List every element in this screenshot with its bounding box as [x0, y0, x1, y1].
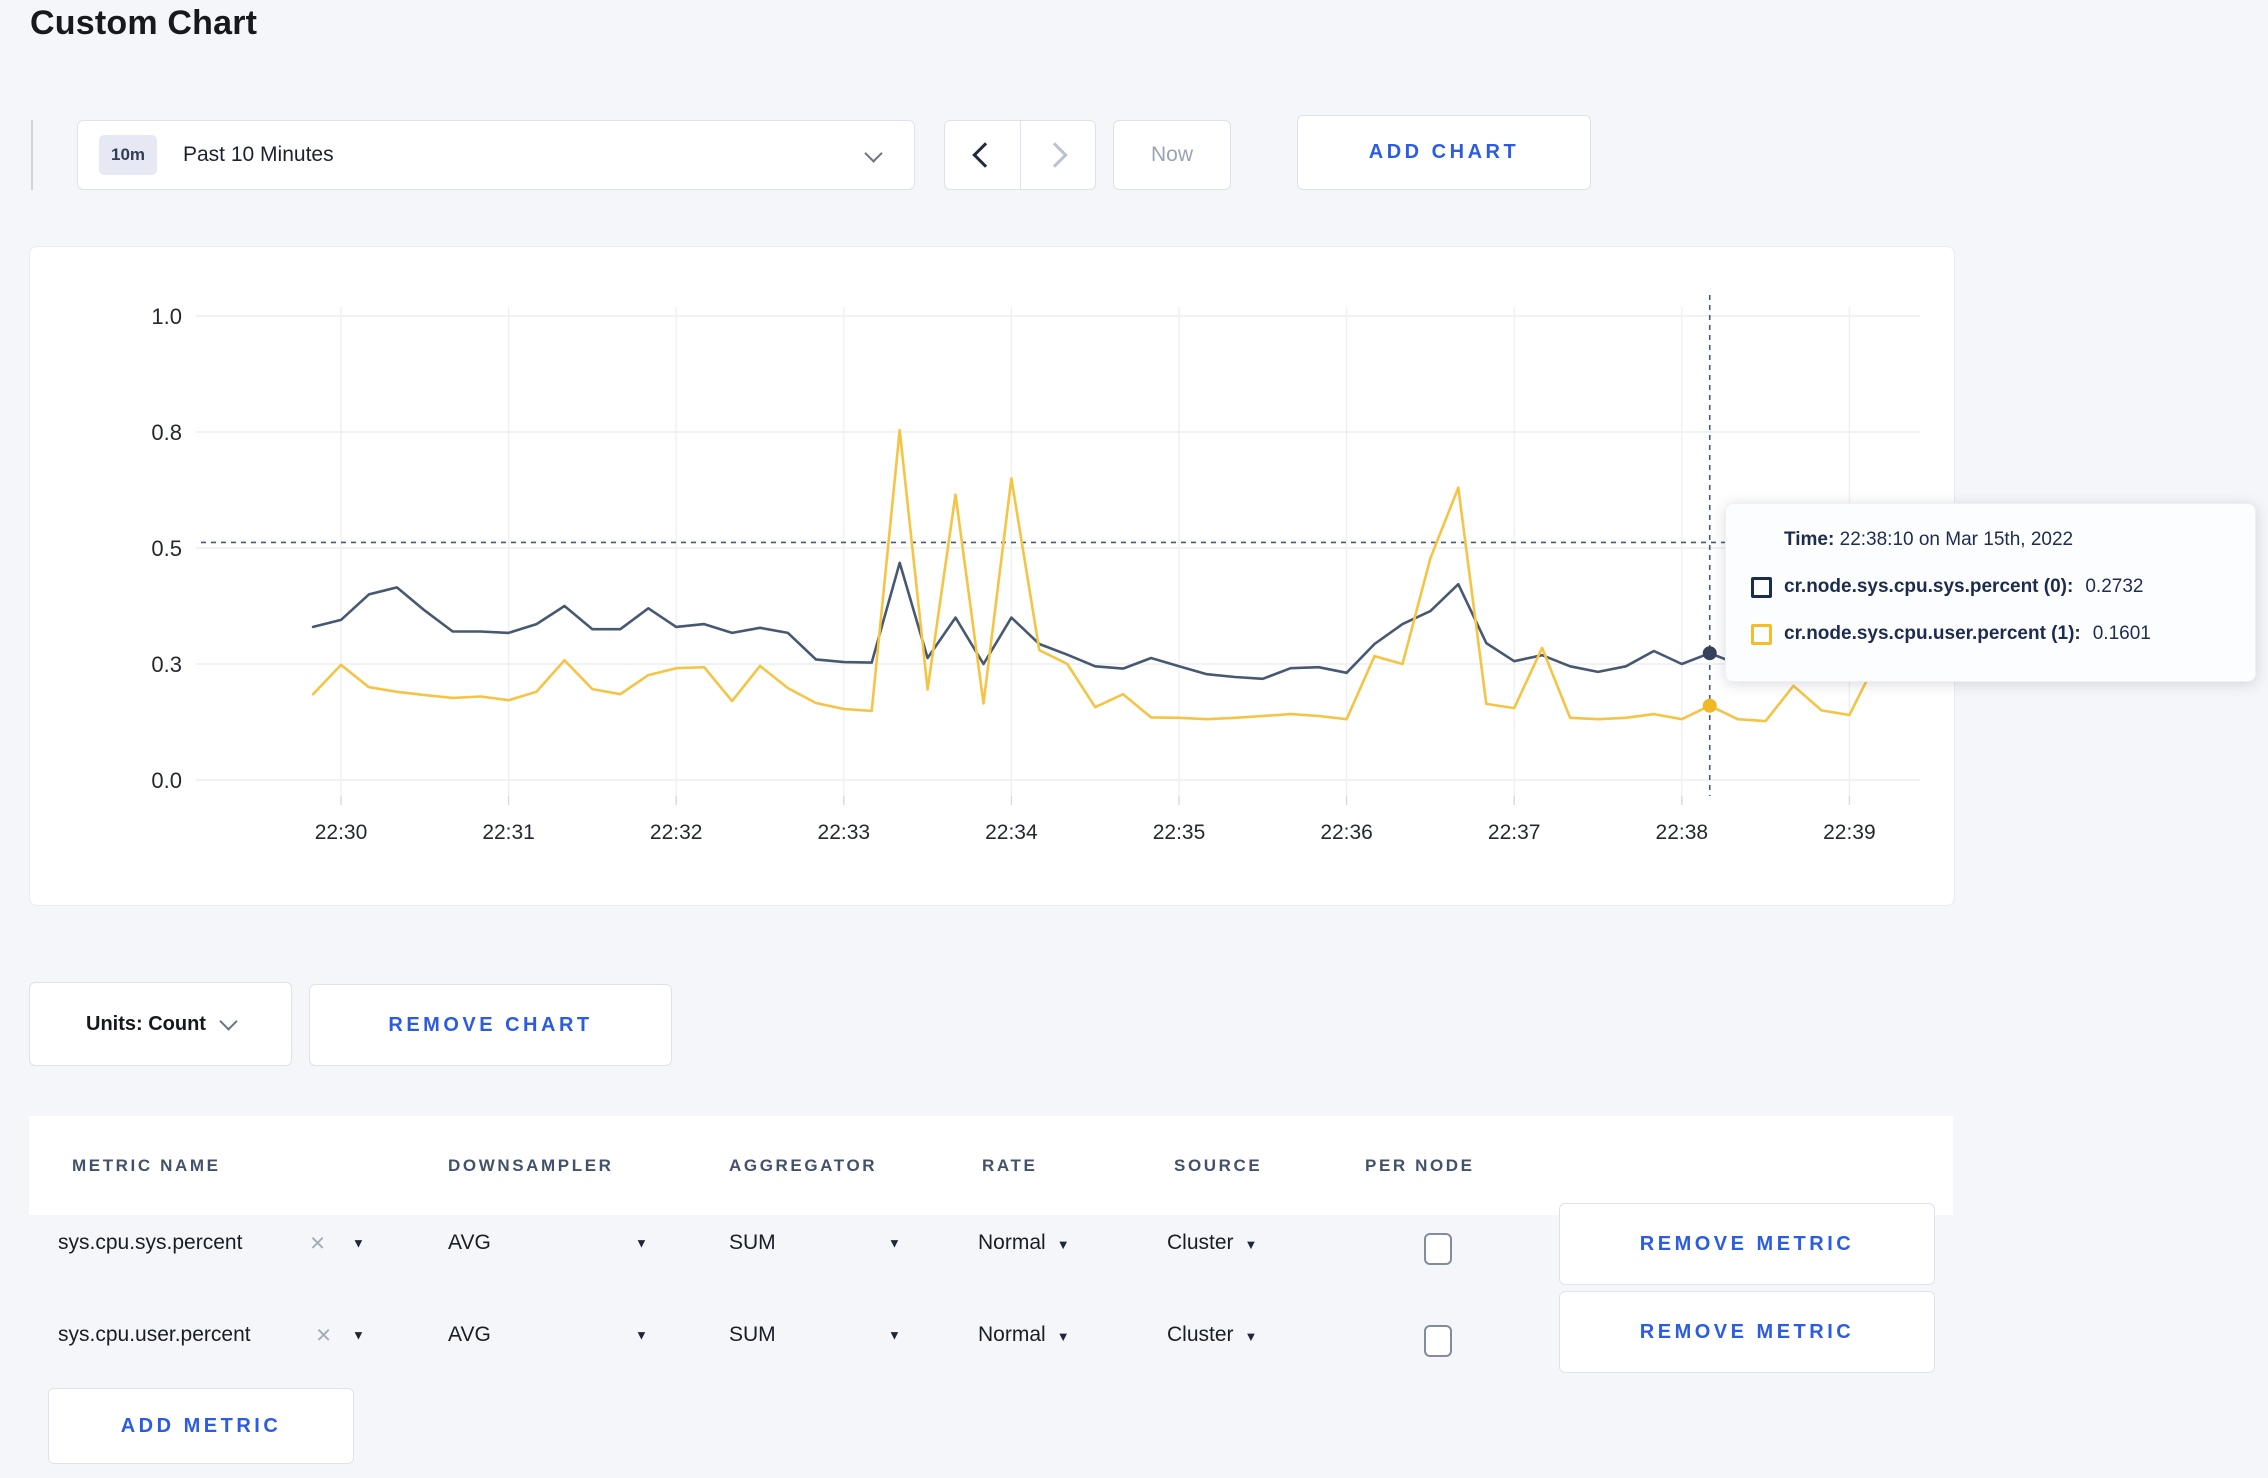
downsampler-dropdown-arrow-icon[interactable]: ▼ — [635, 1328, 648, 1343]
source-value: Cluster — [1167, 1323, 1234, 1346]
toolbar-divider — [31, 120, 33, 190]
chart-tooltip: Time: 22:38:10 on Mar 15th, 2022 cr.node… — [1725, 503, 2256, 682]
tooltip-series-value: 0.1601 — [2092, 623, 2151, 644]
y-axis-tick-label: 0.0 — [151, 768, 182, 793]
source-select[interactable]: Cluster ▼ — [1167, 1231, 1257, 1255]
user-percent-swatch-icon — [1751, 623, 1772, 645]
tooltip-time: Time: 22:38:10 on Mar 15th, 2022 — [1784, 529, 2074, 550]
rate-dropdown-arrow-icon: ▼ — [1056, 1237, 1070, 1252]
x-axis-tick-label: 22:39 — [1823, 821, 1876, 844]
source-value: Cluster — [1167, 1231, 1234, 1254]
time-range-label: Past 10 Minutes — [183, 143, 334, 166]
data-point-dot — [1702, 698, 1717, 713]
x-axis-tick-label: 22:30 — [315, 821, 368, 844]
sys-percent-swatch-icon — [1751, 576, 1772, 598]
remove-metric-button[interactable]: REMOVE METRIC — [1559, 1291, 1935, 1373]
chevron-down-icon — [864, 144, 883, 163]
rate-value: Normal — [978, 1323, 1046, 1346]
y-axis-tick-label: 0.5 — [151, 536, 182, 561]
clear-metric-icon[interactable]: × — [316, 1320, 331, 1351]
source-dropdown-arrow-icon: ▼ — [1244, 1237, 1258, 1252]
remove-chart-button[interactable]: REMOVE CHART — [309, 984, 672, 1066]
tooltip-series-label: cr.node.sys.cpu.user.percent (1): — [1784, 623, 2081, 644]
downsampler-dropdown-arrow-icon[interactable]: ▼ — [635, 1236, 648, 1251]
data-point-dot — [1702, 646, 1717, 661]
x-axis-tick-label: 22:38 — [1656, 821, 1709, 844]
cpu-usage-line-chart[interactable]: 0.0 0.3 0.5 0.8 1.0 22:30 22:31 22:32 22:33 22:34… — [30, 247, 1952, 903]
custom-chart-page: Custom Chart 10m Past 10 Minutes Now ADD… — [0, 0, 2268, 1478]
tooltip-series-value: 0.2732 — [2085, 576, 2144, 597]
rate-dropdown-arrow-icon: ▼ — [1056, 1329, 1070, 1344]
series-line — [311, 428, 1879, 723]
rate-value: Normal — [978, 1231, 1046, 1254]
aggregator-select[interactable]: SUM — [729, 1231, 776, 1255]
chevron-left-icon — [972, 142, 998, 168]
x-axis-tick-label: 22:35 — [1153, 821, 1206, 844]
add-metric-button[interactable]: ADD METRIC — [48, 1388, 354, 1464]
col-header-source: SOURCE — [1174, 1155, 1263, 1175]
col-header-downsampler: DOWNSAMPLER — [448, 1155, 614, 1175]
col-header-per-node: PER NODE — [1365, 1155, 1475, 1175]
remove-metric-button[interactable]: REMOVE METRIC — [1559, 1203, 1935, 1285]
prev-window-button[interactable] — [945, 121, 1020, 189]
time-range-dropdown[interactable]: 10m Past 10 Minutes — [77, 120, 915, 190]
per-node-checkbox[interactable] — [1424, 1233, 1452, 1265]
col-header-metric-name: METRIC NAME — [72, 1155, 221, 1175]
chart-card: 0.0 0.3 0.5 0.8 1.0 22:30 22:31 22:32 22:33 22:34… — [29, 246, 1955, 906]
tooltip-series-row: cr.node.sys.cpu.user.percent (1): 0.1601 — [1751, 623, 2255, 645]
col-header-aggregator: AGGREGATOR — [729, 1155, 878, 1175]
source-dropdown-arrow-icon: ▼ — [1244, 1329, 1258, 1344]
time-range-badge: 10m — [99, 135, 157, 175]
tooltip-series-label: cr.node.sys.cpu.sys.percent (0): — [1784, 576, 2074, 597]
per-node-checkbox[interactable] — [1424, 1325, 1452, 1357]
metric-dropdown-arrow-icon[interactable]: ▼ — [352, 1328, 365, 1343]
metric-name-select[interactable]: sys.cpu.sys.percent — [58, 1231, 242, 1255]
chevron-down-icon — [219, 1011, 238, 1031]
downsampler-select[interactable]: AVG — [448, 1231, 491, 1255]
add-chart-button[interactable]: ADD CHART — [1297, 115, 1591, 190]
units-label: Units: Count — [86, 1012, 206, 1035]
units-dropdown[interactable]: Units: Count — [29, 982, 292, 1066]
x-axis-tick-label: 22:32 — [650, 821, 703, 844]
aggregator-dropdown-arrow-icon[interactable]: ▼ — [888, 1328, 901, 1343]
x-axis-tick-label: 22:33 — [818, 821, 871, 844]
metric-name-select[interactable]: sys.cpu.user.percent — [58, 1323, 251, 1347]
time-window-pager — [944, 120, 1096, 190]
x-axis-tick-label: 22:36 — [1320, 821, 1373, 844]
x-axis-tick-label: 22:34 — [985, 821, 1038, 844]
rate-select[interactable]: Normal ▼ — [978, 1231, 1070, 1255]
y-axis-tick-label: 0.3 — [151, 652, 182, 677]
clear-metric-icon[interactable]: × — [310, 1228, 325, 1259]
metrics-table: METRIC NAME DOWNSAMPLER AGGREGATOR RATE … — [29, 1116, 1953, 1478]
next-window-button[interactable] — [1021, 121, 1096, 189]
metrics-table-header: METRIC NAME DOWNSAMPLER AGGREGATOR RATE … — [29, 1116, 1953, 1215]
col-header-rate: RATE — [982, 1155, 1038, 1175]
series-line — [311, 561, 1879, 681]
x-axis-tick-label: 22:37 — [1488, 821, 1541, 844]
tooltip-series-row: cr.node.sys.cpu.sys.percent (0): 0.2732 — [1751, 576, 2255, 598]
now-button[interactable]: Now — [1113, 120, 1231, 190]
metric-dropdown-arrow-icon[interactable]: ▼ — [352, 1236, 365, 1251]
aggregator-select[interactable]: SUM — [729, 1323, 776, 1347]
aggregator-dropdown-arrow-icon[interactable]: ▼ — [888, 1236, 901, 1251]
rate-select[interactable]: Normal ▼ — [978, 1323, 1070, 1347]
source-select[interactable]: Cluster ▼ — [1167, 1323, 1257, 1347]
page-title: Custom Chart — [30, 4, 258, 42]
tooltip-time-value: 22:38:10 on Mar 15th, 2022 — [1839, 529, 2074, 550]
y-axis-tick-label: 0.8 — [151, 420, 182, 445]
y-axis-tick-label: 1.0 — [151, 304, 182, 329]
x-axis-tick-label: 22:31 — [482, 821, 535, 844]
downsampler-select[interactable]: AVG — [448, 1323, 491, 1347]
chevron-right-icon — [1042, 142, 1068, 168]
